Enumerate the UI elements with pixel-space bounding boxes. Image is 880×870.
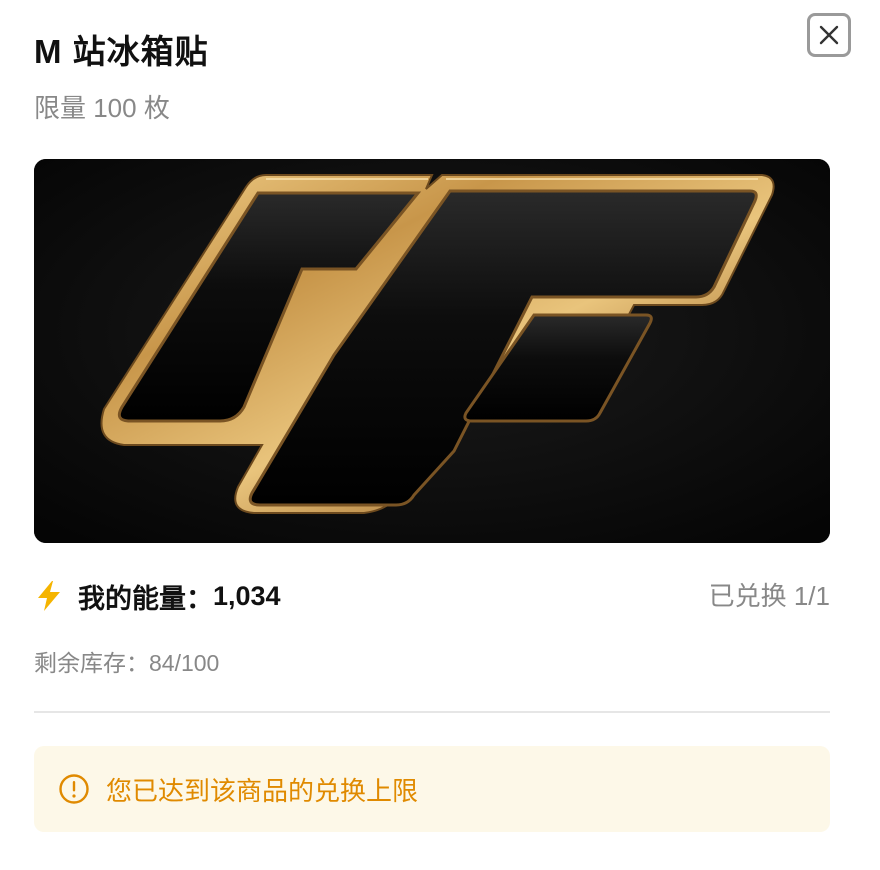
limit-notice: 您已达到该商品的兑换上限 xyxy=(34,746,830,832)
close-button[interactable] xyxy=(807,13,851,57)
energy-row: 我的能量： 1,034 xyxy=(34,576,281,616)
remaining-stock: 剩余库存：84/100 xyxy=(34,650,220,676)
product-modal: M 站冰箱贴 限量 100 枚 我的能量： 1,034 已兑换 1/1 剩余库存… xyxy=(0,0,880,870)
warning-circle-icon xyxy=(58,773,90,805)
redeemed-count: 已兑换 1/1 xyxy=(708,581,830,611)
energy-value: 1,034 xyxy=(213,580,281,611)
divider xyxy=(34,711,830,713)
close-icon xyxy=(818,24,840,46)
modal-title: M 站冰箱贴 xyxy=(34,33,209,70)
gold-logo-magnet-image xyxy=(34,159,830,543)
notice-text: 您已达到该商品的兑换上限 xyxy=(106,775,419,806)
modal-subtitle: 限量 100 枚 xyxy=(34,93,170,123)
lightning-bolt-icon xyxy=(34,579,64,613)
energy-label: 我的能量： xyxy=(78,583,213,614)
product-image xyxy=(34,159,830,543)
